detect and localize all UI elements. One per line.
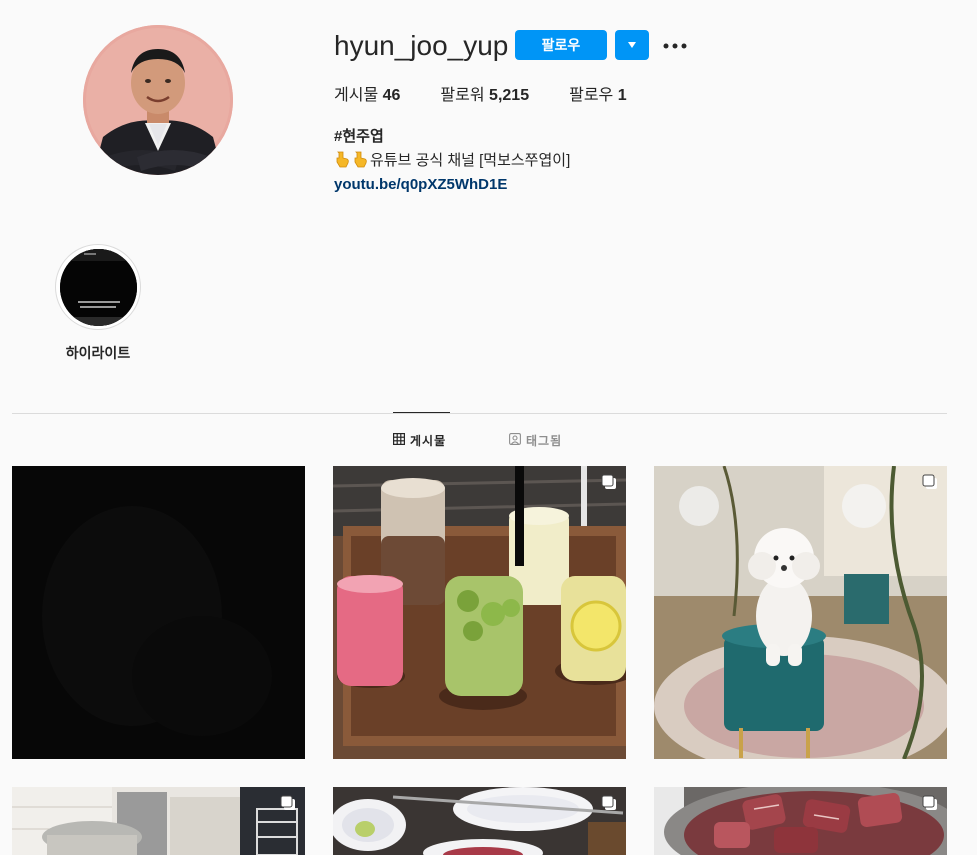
post-thumbnail[interactable] — [654, 787, 947, 855]
tab-active-indicator — [393, 412, 450, 413]
profile-bio: #현주엽 유튜브 공식 채널 [먹보스쭈엽이] youtu.be/q0pXZ5W… — [334, 125, 570, 197]
pointing-down-hand-icon — [334, 150, 352, 168]
carousel-icon — [601, 795, 617, 811]
post-thumbnail[interactable] — [12, 787, 305, 855]
bio-text: 유튜브 공식 채널 [먹보스쭈엽이] — [370, 152, 571, 169]
stat-followers[interactable]: 팔로워 5,215 — [440, 86, 529, 106]
highlight-item[interactable]: 하이라이트 — [55, 244, 141, 363]
more-options-button[interactable] — [662, 36, 688, 54]
bio-link[interactable]: youtu.be/q0pXZ5WhD1E — [334, 173, 570, 197]
post-thumbnail[interactable] — [654, 466, 947, 759]
caret-down-icon — [627, 36, 637, 54]
stat-following-count: 1 — [617, 87, 627, 104]
stat-posts: 게시물 46 — [334, 86, 400, 106]
bio-name: #현주엽 — [334, 128, 384, 145]
post-thumbnail[interactable] — [12, 466, 305, 759]
highlight-cover — [55, 244, 141, 330]
carousel-icon — [922, 795, 938, 811]
profile-stats: 게시물 46 팔로워 5,215 팔로우 1 — [334, 86, 667, 106]
follow-button[interactable]: 팔로우 — [515, 30, 607, 60]
stat-followers-label: 팔로워 — [440, 87, 485, 104]
stat-following-label: 팔로우 — [569, 87, 614, 104]
carousel-icon — [601, 474, 617, 490]
stat-posts-label: 게시물 — [334, 87, 379, 104]
highlight-label: 하이라이트 — [65, 345, 131, 361]
profile-avatar[interactable] — [83, 25, 233, 175]
more-dots-icon — [663, 36, 687, 54]
suggested-dropdown-button[interactable] — [615, 30, 649, 60]
tag-person-icon — [509, 433, 526, 448]
carousel-icon — [280, 795, 296, 811]
tab-posts-label: 게시물 — [410, 434, 447, 448]
tab-divider — [12, 413, 947, 414]
stat-following[interactable]: 팔로우 1 — [569, 86, 627, 106]
tab-posts[interactable]: 게시물 — [393, 432, 446, 449]
tab-tagged[interactable]: 태그됨 — [509, 432, 562, 449]
post-thumbnail[interactable] — [333, 466, 626, 759]
stat-followers-count: 5,215 — [489, 87, 530, 104]
post-thumbnail[interactable] — [333, 787, 626, 855]
profile-username: hyun_joo_yup — [334, 30, 509, 61]
stat-posts-count: 46 — [382, 87, 401, 104]
bio-line: 유튜브 공식 채널 [먹보스쭈엽이] — [334, 149, 570, 173]
pointing-down-hand-icon — [352, 150, 370, 168]
carousel-icon — [922, 474, 938, 490]
tab-tagged-label: 태그됨 — [526, 434, 563, 448]
grid-icon — [393, 433, 410, 448]
